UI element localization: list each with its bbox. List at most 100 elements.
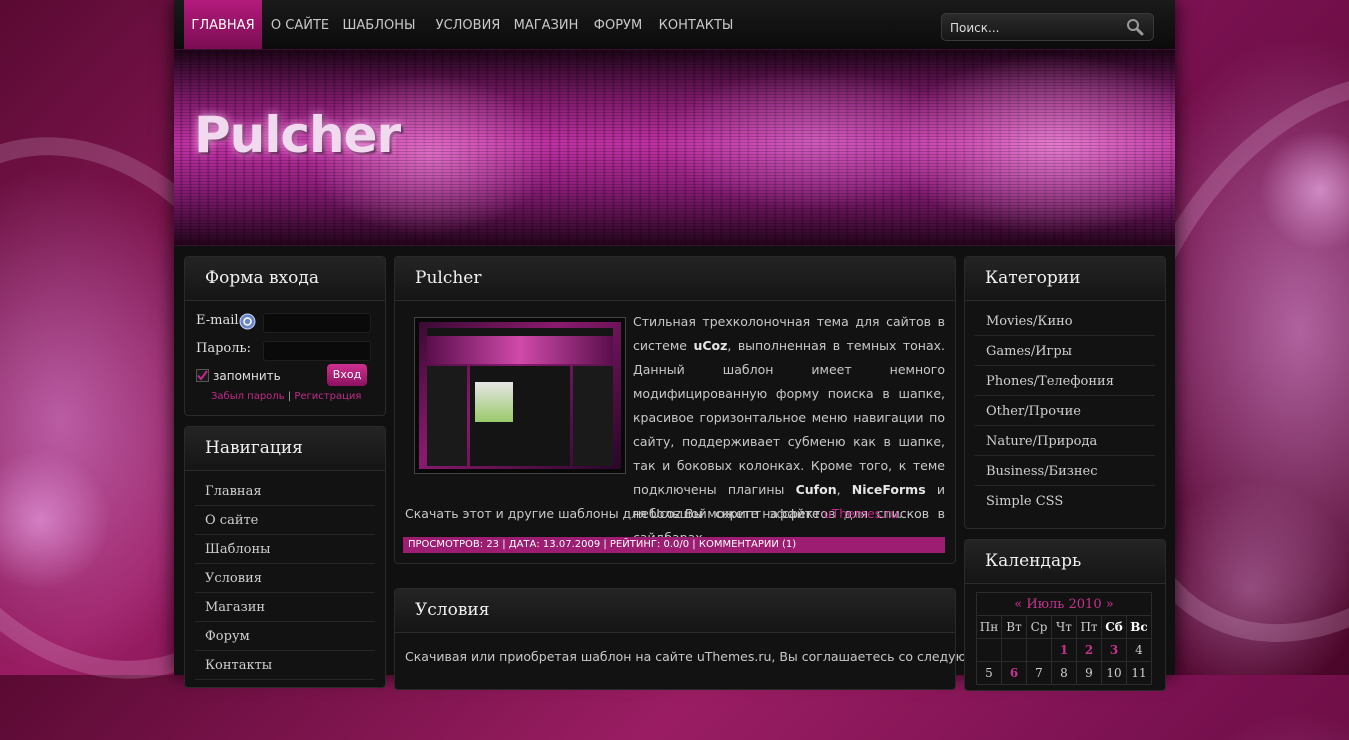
- nav-item-terms[interactable]: УСЛОВИЯ: [429, 0, 507, 49]
- post-text: Скачать этот и другие шаблоны для Ucoz В…: [405, 506, 824, 521]
- top-navigation: ГЛАВНАЯ О САЙТЕ ШАБЛОНЫ УСЛОВИЯ МАГАЗИН …: [174, 0, 1175, 50]
- post-text-bold: NiceForms: [851, 482, 926, 497]
- password-label: Пароль:: [196, 341, 251, 356]
- calendar-next-link[interactable]: »: [1106, 597, 1114, 612]
- preview-thumbnail: [475, 382, 513, 422]
- navigation-block-title: Навигация: [205, 438, 303, 458]
- nav-item-shop[interactable]: МАГАЗИН: [511, 0, 581, 49]
- password-field[interactable]: [263, 341, 371, 361]
- calendar-day: 9: [1076, 661, 1102, 685]
- category-item[interactable]: Games/Игры: [975, 337, 1155, 366]
- preview-right-column: [573, 366, 613, 466]
- email-label: E-mail:: [196, 313, 243, 328]
- header-divider: [174, 245, 1175, 246]
- categories-block-header: Категории: [965, 257, 1165, 301]
- post-text: ,: [836, 482, 852, 497]
- preview-left-column: [427, 366, 467, 466]
- search-input[interactable]: [948, 18, 1122, 38]
- post-title[interactable]: Pulcher: [415, 268, 481, 288]
- weekday-thu: Чт: [1051, 615, 1077, 639]
- email-field[interactable]: [263, 313, 371, 333]
- calendar-day-link[interactable]: 1: [1051, 638, 1077, 662]
- login-block: Форма входа E-mail: Пароль: запомнить Вх…: [184, 256, 386, 416]
- calendar-day: 7: [1026, 661, 1052, 685]
- sidebar-item-home[interactable]: Главная: [195, 477, 375, 506]
- magnifier-icon[interactable]: [1126, 18, 1144, 36]
- calendar-month-row: « Июль 2010 »: [976, 592, 1152, 616]
- weekday-sat: Сб: [1101, 615, 1127, 639]
- login-links: Забыл пароль | Регистрация: [211, 391, 361, 402]
- site-header: Pulcher: [174, 50, 1175, 245]
- post-terms-text: Скачивая или приобретая шаблон на сайте …: [405, 649, 1004, 664]
- login-block-title: Форма входа: [205, 268, 319, 288]
- category-item[interactable]: Movies/Кино: [975, 307, 1155, 336]
- calendar-block-title: Календарь: [985, 551, 1082, 571]
- calendar-day-link[interactable]: 3: [1101, 638, 1127, 662]
- nav-item-about[interactable]: О САЙТЕ: [264, 0, 336, 49]
- calendar-day: 10: [1101, 661, 1127, 685]
- navigation-block-header: Навигация: [185, 427, 385, 471]
- post-text: , выполненная в темных тонах. Данный шаб…: [633, 338, 945, 497]
- calendar-day: 4: [1126, 638, 1152, 662]
- sidebar-item-forum[interactable]: Форум: [195, 622, 375, 651]
- sidebar-item-shop[interactable]: Магазин: [195, 593, 375, 622]
- weekday-mon: Пн: [976, 615, 1002, 639]
- post-terms-title[interactable]: Условия: [415, 600, 489, 620]
- category-item[interactable]: Simple CSS: [975, 487, 1155, 516]
- sidebar-item-about[interactable]: О сайте: [195, 506, 375, 535]
- calendar-day-link[interactable]: 2: [1076, 638, 1102, 662]
- post-pulcher: Pulcher Стильная трехколоночная тема для…: [394, 256, 956, 564]
- sidebar-item-templates[interactable]: Шаблоны: [195, 535, 375, 564]
- calendar-day-link[interactable]: 6: [1001, 661, 1027, 685]
- calendar-block: Календарь « Июль 2010 » Пн Вт Ср Чт Пт С…: [964, 539, 1166, 691]
- preview-header: [427, 336, 613, 364]
- weekday-sun: Вс: [1126, 615, 1152, 639]
- calendar-day: [1026, 638, 1052, 662]
- category-item[interactable]: Nature/Природа: [975, 427, 1155, 456]
- links-separator: |: [287, 391, 292, 402]
- login-block-header: Форма входа: [185, 257, 385, 301]
- login-submit-button[interactable]: Вход: [327, 364, 367, 386]
- category-item[interactable]: Business/Бизнес: [975, 457, 1155, 486]
- nav-item-contacts[interactable]: КОНТАКТЫ: [656, 0, 736, 49]
- post-download-line: Скачать этот и другие шаблоны для Ucoz В…: [405, 502, 945, 526]
- calendar-day: [976, 638, 1002, 662]
- post-text-bold: Cufon: [795, 482, 837, 497]
- navigation-block: Навигация Главная О сайте Шаблоны Услови…: [184, 426, 386, 688]
- remember-checkbox[interactable]: [196, 369, 209, 382]
- sidebar-item-contacts[interactable]: Контакты: [195, 651, 375, 680]
- uthemes-link[interactable]: uThemes.ru: [824, 506, 899, 521]
- site-logo[interactable]: Pulcher: [194, 106, 401, 164]
- nav-item-templates[interactable]: ШАБЛОНЫ: [340, 0, 418, 49]
- calendar-prev-link[interactable]: «: [1014, 597, 1022, 612]
- preview-nav: [427, 328, 613, 336]
- forgot-password-link[interactable]: Забыл пароль: [211, 391, 285, 402]
- nav-item-home[interactable]: ГЛАВНАЯ: [184, 0, 262, 49]
- post-text-bold: uCoz: [693, 338, 728, 353]
- template-preview-image[interactable]: [414, 317, 626, 474]
- categories-block-title: Категории: [985, 268, 1081, 288]
- categories-block: Категории Movies/Кино Games/Игры Phones/…: [964, 256, 1166, 529]
- post-text: .: [898, 506, 903, 521]
- calendar-month-label: Июль 2010: [1026, 596, 1102, 612]
- sidebar-item-terms[interactable]: Условия: [195, 564, 375, 593]
- post-meta-bar: ПРОСМОТРОВ: 23 | ДАТА: 13.07.2009 | РЕЙТ…: [403, 537, 945, 553]
- nav-item-forum[interactable]: ФОРУМ: [589, 0, 647, 49]
- category-item[interactable]: Other/Прочие: [975, 397, 1155, 426]
- search-box: [941, 13, 1154, 41]
- calendar-day: 11: [1126, 661, 1152, 685]
- post-pulcher-header: Pulcher: [395, 257, 955, 301]
- calendar-day: 8: [1051, 661, 1077, 685]
- calendar-day: 5: [976, 661, 1002, 685]
- page-wrapper: ГЛАВНАЯ О САЙТЕ ШАБЛОНЫ УСЛОВИЯ МАГАЗИН …: [174, 0, 1175, 691]
- weekday-tue: Вт: [1001, 615, 1027, 639]
- weekday-wed: Ср: [1026, 615, 1052, 639]
- openid-icon[interactable]: [239, 313, 256, 330]
- remember-label: запомнить: [213, 369, 281, 383]
- calendar-table: « Июль 2010 » Пн Вт Ср Чт Пт Сб Вс 1 2 3…: [976, 592, 1152, 685]
- category-item[interactable]: Phones/Телефония: [975, 367, 1155, 396]
- register-link[interactable]: Регистрация: [294, 391, 361, 402]
- weekday-fri: Пт: [1076, 615, 1102, 639]
- calendar-block-header: Календарь: [965, 540, 1165, 584]
- calendar-day: [1001, 638, 1027, 662]
